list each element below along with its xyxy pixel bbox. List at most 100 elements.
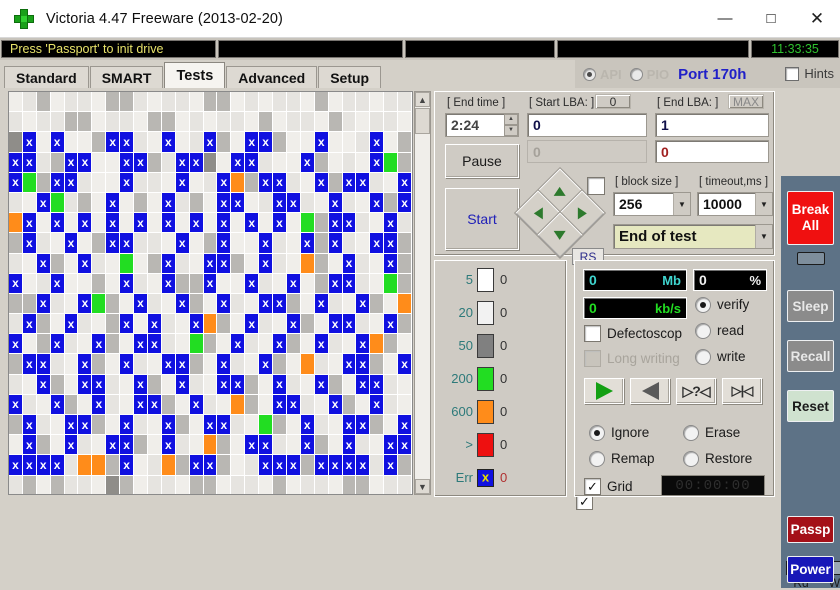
map-cell [273, 92, 287, 113]
direction-random-button[interactable]: ▷?◁ [676, 378, 716, 404]
mode-read-radio[interactable] [695, 323, 711, 339]
map-cell-error [342, 455, 357, 476]
radio-api[interactable]: API [583, 67, 622, 82]
map-cell-error [189, 455, 204, 476]
tab-smart[interactable]: SMART [89, 66, 164, 88]
map-cell [189, 435, 204, 456]
map-cell [328, 475, 343, 494]
hints-checkbox[interactable]: Hints [785, 66, 834, 81]
tab-setup[interactable]: Setup [318, 66, 382, 88]
pause-button[interactable]: Pause [445, 144, 519, 178]
mode-write-radio[interactable] [695, 349, 711, 365]
action-remap-radio[interactable] [589, 451, 605, 467]
reset-button[interactable]: Reset [787, 390, 834, 422]
map-cell [92, 152, 107, 173]
map-cell [64, 475, 79, 494]
long-writing-checkbox[interactable] [584, 350, 601, 367]
scroll-down-icon[interactable]: ▼ [415, 479, 430, 494]
chevron-down-icon[interactable]: ▼ [755, 225, 772, 248]
on-finish-select[interactable]: End of test ▼ [613, 224, 773, 249]
map-cell [189, 172, 204, 193]
close-icon[interactable]: ✕ [794, 0, 840, 37]
radio-pio[interactable]: PIO [629, 67, 669, 82]
map-cell-error [300, 415, 315, 436]
map-cell [231, 92, 246, 113]
map-cell [22, 334, 37, 355]
map-cell [189, 132, 204, 153]
map-cell-error [134, 213, 148, 234]
timeout-select[interactable]: 10000 ▼ [697, 192, 773, 216]
map-cell [328, 374, 343, 395]
break-all-button[interactable]: Break All [787, 191, 834, 245]
end-lba-max-button[interactable]: MAX [728, 94, 764, 109]
scroll-up-icon[interactable]: ▲ [415, 92, 430, 107]
map-cell [50, 293, 65, 315]
start-lba-field[interactable]: 0 [527, 113, 647, 137]
map-cell [134, 192, 148, 214]
direction-backward-button[interactable] [630, 378, 670, 404]
grid-checkbox[interactable]: ✓ [584, 478, 601, 495]
chevron-down-icon[interactable]: ▼ [755, 193, 772, 215]
start-button[interactable]: Start [445, 188, 519, 250]
map-cell-error [175, 233, 190, 254]
window-controls: — □ ✕ [702, 0, 840, 37]
map-cell [286, 374, 301, 395]
tab-standard[interactable]: Standard [4, 66, 89, 88]
end-time-field[interactable]: 2:24 ▲ ▼ [445, 113, 519, 137]
map-cell-error [384, 314, 399, 335]
surface-map-grid[interactable] [9, 92, 412, 494]
surface-map-panel[interactable] [8, 91, 413, 495]
map-cell [175, 475, 190, 494]
mode-verify-radio[interactable] [695, 297, 711, 313]
map-cell [189, 233, 204, 254]
map-cell [147, 354, 162, 375]
maximize-icon[interactable]: □ [748, 0, 794, 37]
defectoscop-checkbox[interactable] [584, 325, 601, 342]
map-cell [300, 334, 315, 355]
end-lba-field[interactable]: 1 [655, 113, 769, 137]
map-cell-error [356, 293, 371, 315]
sleep-button[interactable]: Sleep [787, 290, 834, 322]
map-cell [64, 455, 79, 476]
map-cell-error [92, 394, 107, 415]
legend-threshold: 200 [451, 371, 473, 386]
start-lba-secondary-field[interactable]: 0 [527, 140, 647, 163]
start-lba-zero-button[interactable]: 0 [595, 94, 631, 109]
block-size-select[interactable]: 256 ▼ [613, 192, 691, 216]
map-cell [314, 152, 329, 173]
legend-count: 0 [500, 272, 508, 287]
chevron-down-icon[interactable]: ▼ [673, 193, 690, 215]
percent-readout: 0 % [693, 269, 767, 291]
test-controls-panel: [ End time ] 2:24 ▲ ▼ [ Start LBA: ] 0 0… [434, 88, 779, 510]
nav-checkbox[interactable] [587, 177, 605, 195]
map-cell [134, 92, 148, 113]
map-cell [106, 172, 121, 193]
recall-button[interactable]: Recall [787, 340, 834, 372]
map-scrollbar[interactable]: ▲ ▼ [414, 91, 431, 495]
map-cell [245, 172, 260, 193]
passport-button[interactable]: Passp [787, 516, 834, 543]
map-cell-error [273, 394, 287, 415]
direction-butterfly-button[interactable]: ▷|◁ [722, 378, 762, 404]
power-button[interactable]: Power [787, 556, 834, 583]
action-ignore-radio[interactable] [589, 425, 605, 441]
map-cell [189, 112, 204, 133]
map-cell-error [259, 253, 274, 274]
map-cell [384, 394, 399, 415]
map-cell [217, 152, 232, 173]
action-erase-radio[interactable] [683, 425, 699, 441]
end-lba-secondary-field[interactable]: 0 [655, 140, 769, 163]
scrollbar-thumb[interactable] [415, 108, 430, 134]
map-cell-error [9, 172, 23, 193]
map-cell-error [161, 273, 176, 294]
percent-unit: % [749, 272, 761, 288]
direction-forward-button[interactable] [584, 378, 624, 404]
map-cell-error [120, 172, 135, 193]
map-cell [300, 172, 315, 193]
map-cell [356, 435, 371, 456]
tab-advanced[interactable]: Advanced [226, 66, 318, 88]
minimize-icon[interactable]: — [702, 0, 748, 37]
tab-tests[interactable]: Tests [164, 62, 226, 88]
map-cell [300, 394, 315, 415]
action-restore-radio[interactable] [683, 451, 699, 467]
